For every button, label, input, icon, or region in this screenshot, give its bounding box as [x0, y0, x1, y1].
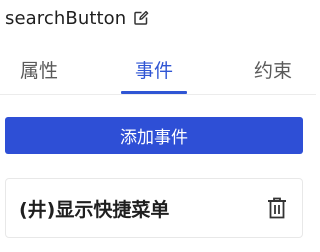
event-label: (井)显示快捷菜单 [19, 198, 170, 221]
tab-events[interactable]: 事件 [117, 44, 191, 94]
add-event-button[interactable]: 添加事件 [5, 117, 303, 154]
component-name: searchButton [5, 7, 127, 29]
tab-constraints[interactable]: 约束 [236, 44, 310, 94]
event-item[interactable]: (井)显示快捷菜单 [5, 178, 303, 238]
tab-properties[interactable]: 属性 [0, 44, 78, 94]
component-title-row: searchButton [5, 5, 149, 31]
edit-icon[interactable] [133, 10, 149, 26]
properties-panel: searchButton 属性 事件 约束 添加事件 (井)显示快捷菜单 [0, 0, 316, 252]
trash-icon[interactable] [266, 196, 288, 220]
active-tab-indicator [121, 91, 187, 94]
panel-tabs: 属性 事件 约束 [0, 44, 316, 95]
